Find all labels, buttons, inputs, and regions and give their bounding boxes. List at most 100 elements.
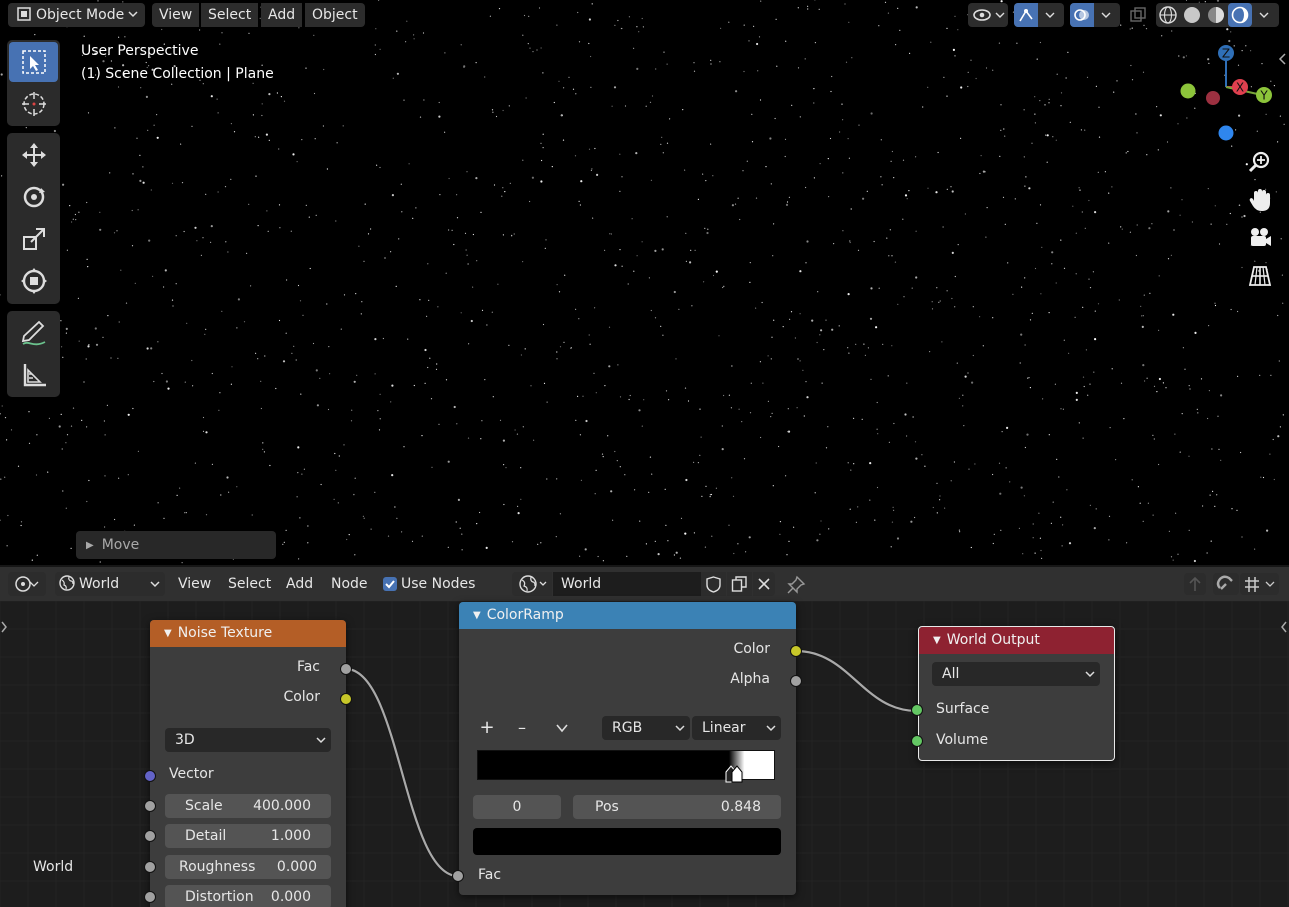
collapse-triangle-icon[interactable]: ▼ (473, 602, 481, 629)
color-mode-label: RGB (612, 720, 643, 736)
eye-icon (973, 9, 1005, 21)
colorramp-node[interactable]: ▼ ColorRamp Color Alpha + – RGB Linear 0 … (459, 602, 796, 895)
distortion-label: Distortion (185, 889, 254, 905)
transform-tool[interactable] (9, 261, 58, 301)
chevron-down-icon (766, 725, 776, 732)
ramp-fac-input-label: Fac (478, 867, 502, 883)
collapse-triangle-icon[interactable]: ▼ (164, 620, 172, 647)
ramp-color-output-socket[interactable] (790, 645, 802, 657)
noise-roughness-field[interactable]: Roughness 0.000 (165, 855, 331, 879)
shader-node-editor[interactable]: World View Select Add Node Use Nodes Wor… (0, 567, 1289, 907)
object-mode-dropdown[interactable]: Object Mode (8, 3, 145, 27)
noise-color-output-label: Color (283, 689, 320, 705)
material-preview-icon[interactable] (1204, 3, 1228, 27)
chevron-down-icon (1101, 12, 1111, 18)
xray-toggle[interactable] (1126, 3, 1150, 27)
ramp-stops[interactable] (721, 762, 747, 786)
chevron-down-icon (675, 725, 685, 732)
gizmo-neg-x-handle (1206, 91, 1220, 105)
noise-color-output-socket[interactable] (340, 693, 352, 705)
interpolation-label: Linear (702, 720, 746, 736)
gizmo-toggle-icon[interactable] (1014, 3, 1038, 27)
noise-scale-input-socket[interactable] (144, 800, 156, 812)
menu-view[interactable]: View (152, 3, 200, 27)
noise-distortion-input-socket[interactable] (144, 891, 156, 903)
noise-detail-input-socket[interactable] (144, 830, 156, 842)
noise-dimension-dropdown[interactable]: 3D (165, 728, 331, 752)
ortho-toggle-button[interactable] (1243, 259, 1277, 293)
camera-view-button[interactable] (1243, 221, 1277, 255)
gizmo-x-label: X (1236, 81, 1244, 95)
viewport-perspective-label: User Perspective (81, 43, 199, 59)
annotate-tool[interactable] (9, 313, 58, 353)
overlays-dropdown[interactable] (1070, 3, 1120, 27)
ramp-color-mode-dropdown[interactable]: RGB (602, 716, 690, 740)
ramp-pos-field[interactable]: Pos 0.848 (573, 795, 781, 819)
scale-icon (22, 228, 45, 250)
navigation-gizmo[interactable]: Z X Y (1170, 38, 1280, 143)
noise-distortion-field[interactable]: Distortion 0.000 (165, 885, 331, 907)
zoom-button[interactable] (1243, 145, 1277, 179)
grid-perspective-icon (1248, 266, 1272, 286)
last-operator-panel[interactable]: ▶ Move (76, 531, 276, 559)
xray-icon (1130, 7, 1146, 22)
ramp-color-output-label: Color (733, 641, 770, 657)
pan-button[interactable] (1243, 183, 1277, 217)
noise-scale-field[interactable]: Scale 400.000 (165, 794, 331, 818)
noise-fac-output-socket[interactable] (340, 663, 352, 675)
scale-tool[interactable] (9, 219, 58, 259)
chevron-down-icon (1259, 12, 1269, 18)
select-box-tool[interactable] (9, 42, 58, 82)
pos-label: Pos (595, 799, 619, 815)
wireframe-shading-icon[interactable] (1156, 3, 1180, 27)
ramp-specials-chevron-icon[interactable] (555, 721, 569, 735)
3d-viewport[interactable]: Object Mode View Select Add Object User … (0, 0, 1289, 565)
scale-label: Scale (185, 798, 223, 814)
world-output-node[interactable]: ▼ World Output All Surface Volume (918, 626, 1115, 761)
volume-input-socket[interactable] (911, 735, 923, 747)
menu-select[interactable]: Select (201, 3, 259, 27)
ramp-interpolation-dropdown[interactable]: Linear (692, 716, 781, 740)
chevron-down-icon (1045, 12, 1055, 18)
noise-dimension-label: 3D (175, 732, 195, 748)
menu-object[interactable]: Object (305, 3, 365, 27)
colorramp-header[interactable]: ▼ ColorRamp (459, 602, 796, 629)
world-output-header[interactable]: ▼ World Output (919, 627, 1114, 654)
surface-input-socket[interactable] (911, 704, 923, 716)
menu-add[interactable]: Add (261, 3, 303, 27)
collapse-triangle-icon[interactable]: ▼ (933, 627, 941, 654)
pos-value: 0.848 (720, 799, 761, 815)
remove-stop-button[interactable]: – (511, 716, 533, 740)
noise-vector-input-socket[interactable] (144, 770, 156, 782)
link-ramp-color-to-surface (795, 649, 918, 713)
rotate-icon (23, 186, 45, 208)
chevron-down-icon (1085, 671, 1095, 678)
ramp-alpha-output-socket[interactable] (790, 675, 802, 687)
noise-texture-header[interactable]: ▼ Noise Texture (150, 620, 346, 647)
toolbar-transform-group (7, 133, 60, 304)
gizmo-neg-y-handle (1180, 83, 1196, 99)
overlays-toggle-icon[interactable] (1070, 3, 1094, 27)
ramp-stop-index-field[interactable]: 0 (473, 795, 561, 819)
transform-icon (20, 268, 47, 294)
output-target-dropdown[interactable]: All (932, 662, 1100, 686)
chevron-down-icon (316, 737, 326, 744)
measure-ruler-icon (23, 364, 46, 387)
move-tool[interactable] (9, 135, 58, 175)
ramp-fac-input-socket[interactable] (452, 870, 464, 882)
rotate-tool[interactable] (9, 177, 58, 217)
last-operator-label: Move (101, 537, 140, 553)
sidebar-expand-icon[interactable] (1277, 52, 1289, 66)
solid-shading-icon[interactable] (1180, 3, 1204, 27)
noise-texture-node[interactable]: ▼ Noise Texture Fac Color 3D Vector Scale… (150, 620, 346, 907)
noise-detail-field[interactable]: Detail 1.000 (165, 824, 331, 848)
measure-tool[interactable] (9, 355, 58, 395)
noise-roughness-input-socket[interactable] (144, 861, 156, 873)
rendered-shading-icon[interactable] (1228, 3, 1252, 27)
gizmo-dropdown[interactable] (1014, 3, 1064, 27)
cursor-tool[interactable] (9, 84, 58, 124)
volume-input-label: Volume (936, 732, 989, 748)
ramp-stop-color-swatch[interactable] (473, 828, 781, 855)
visibility-dropdown[interactable] (968, 3, 1008, 27)
add-stop-button[interactable]: + (476, 716, 498, 740)
